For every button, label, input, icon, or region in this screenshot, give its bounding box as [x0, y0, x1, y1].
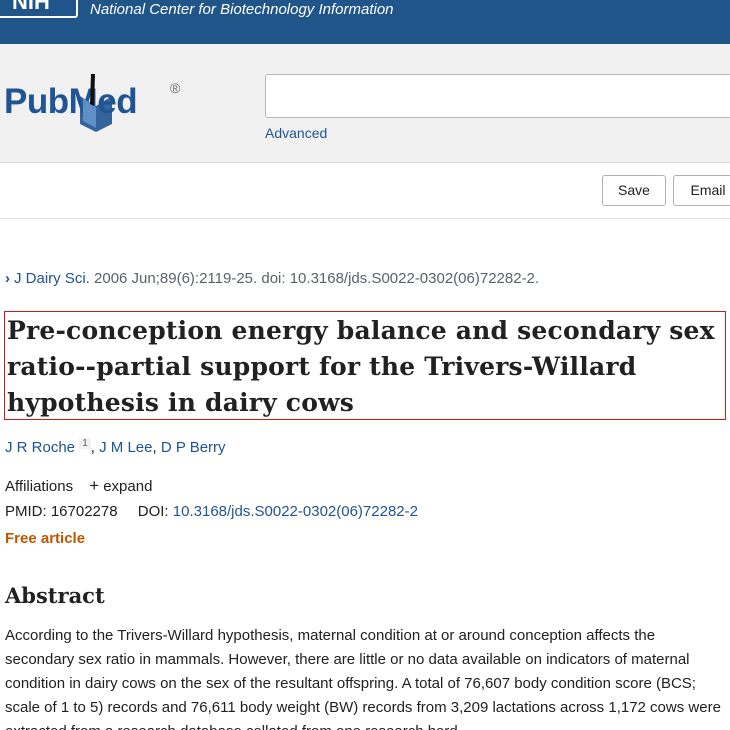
article-title: Pre-conception energy balance and second…	[7, 316, 715, 417]
advanced-search-link[interactable]: Advanced	[265, 125, 327, 141]
citation-details: 2006 Jun;89(6):2119-25. doi: 10.3168/jds…	[94, 270, 540, 287]
action-bar: Save Email	[0, 163, 730, 219]
ncbi-name[interactable]: National Center for Biotechnology Inform…	[90, 1, 394, 19]
pmid-value: 16702278	[50, 503, 118, 520]
free-article-badge: Free article	[5, 530, 86, 547]
pmid-label: PMID:	[5, 503, 47, 520]
authors-list: J R Roche 1, J M Lee, D P Berry	[5, 438, 226, 456]
author-link[interactable]: J R Roche	[5, 439, 75, 456]
abstract-text: According to the Trivers-Willard hypothe…	[5, 627, 721, 730]
citation: › J Dairy Sci. 2006 Jun;89(6):2119-25. do…	[5, 270, 539, 287]
doi-link[interactable]: 10.3168/jds.S0022-0302(06)72282-2	[173, 503, 418, 520]
author-link[interactable]: D P Berry	[161, 439, 226, 456]
plus-icon[interactable]: +	[89, 476, 99, 495]
search-area: PubMed ® Advanced	[0, 44, 730, 163]
email-button[interactable]: Email	[673, 175, 730, 206]
affiliation-number[interactable]: 1	[79, 438, 91, 449]
ncbi-header: NIH National Center for Biotechnology In…	[0, 0, 730, 44]
author-link[interactable]: J M Lee	[99, 439, 152, 456]
book-icon	[80, 74, 112, 132]
affiliations-row[interactable]: Affiliations + expand	[5, 476, 152, 496]
search-input[interactable]	[265, 74, 730, 118]
abstract-heading: Abstract	[5, 583, 105, 608]
title-highlight-box: Pre-conception energy balance and second…	[4, 311, 726, 420]
save-button[interactable]: Save	[602, 175, 666, 206]
doi-label: DOI:	[137, 503, 169, 520]
chevron-right-icon[interactable]: ›	[5, 270, 10, 287]
journal-link[interactable]: J Dairy Sci.	[14, 270, 90, 287]
affiliations-label: Affiliations	[5, 478, 74, 495]
expand-link[interactable]: expand	[103, 478, 152, 495]
identifiers: PMID: 16702278 DOI: 10.3168/jds.S0022-03…	[5, 503, 418, 520]
pubmed-logo[interactable]: PubMed ®	[4, 70, 194, 134]
nih-logo[interactable]: NIH	[0, 0, 78, 18]
registered-mark: ®	[170, 80, 181, 96]
nih-logo-text: NIH	[12, 0, 50, 14]
